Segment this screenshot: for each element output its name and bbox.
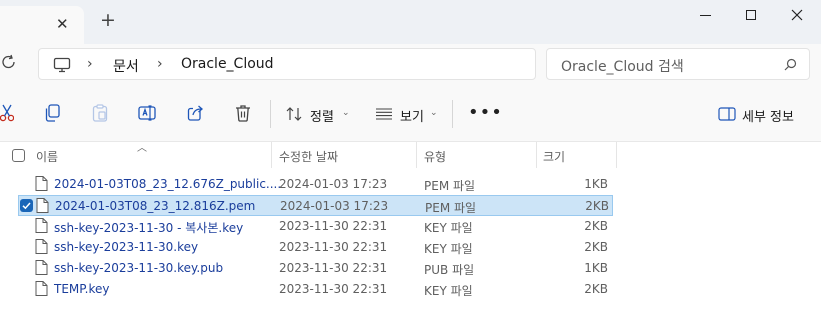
- file-name: ssh-key-2023-11-30.key: [54, 240, 199, 254]
- sort-icon[interactable]: [286, 107, 304, 121]
- copy-icon[interactable]: [44, 104, 60, 122]
- chevron-down-icon: ⌄: [430, 108, 438, 118]
- file-icon: [35, 218, 48, 233]
- file-type: PEM 파일: [424, 179, 476, 193]
- chevron-down-icon: ⌄: [342, 108, 350, 118]
- column-header-type[interactable]: 유형: [424, 142, 446, 168]
- sort-ascending-icon: ︿: [137, 143, 147, 154]
- file-name: ssh-key-2023-11-30 - 복사본.key: [54, 221, 244, 235]
- toolbar-divider: [452, 100, 453, 128]
- file-type: KEY 파일: [424, 221, 473, 235]
- file-row[interactable]: ssh-key-2023-11-30 - 복사본.key 2023-11-30 2…: [18, 216, 613, 237]
- file-size: 1KB: [584, 177, 608, 191]
- select-all-checkbox[interactable]: [12, 149, 25, 162]
- column-separator[interactable]: [616, 142, 617, 168]
- file-icon: [35, 281, 48, 296]
- view-button[interactable]: 보기: [400, 106, 424, 125]
- refresh-button[interactable]: [2, 54, 16, 74]
- breadcrumb-oracle-cloud[interactable]: Oracle_Cloud: [181, 56, 274, 72]
- file-type: PEM 파일: [425, 201, 477, 215]
- column-header-name[interactable]: 이름: [36, 142, 58, 168]
- file-type: PUB 파일: [424, 263, 475, 277]
- row-checkbox[interactable]: [19, 219, 32, 232]
- file-name: 2024-01-03T08_23_12.676Z_public....: [54, 177, 282, 191]
- file-name: TEMP.key: [54, 282, 110, 296]
- file-date-modified: 2023-11-30 22:31: [279, 282, 388, 296]
- file-type: KEY 파일: [424, 242, 473, 256]
- details-pane-icon[interactable]: [718, 107, 736, 121]
- close-tab-icon[interactable]: ✕: [56, 15, 69, 33]
- file-row[interactable]: 2024-01-03T08_23_12.676Z_public.... 2024-…: [18, 174, 613, 195]
- delete-icon[interactable]: [235, 104, 251, 122]
- row-checkbox[interactable]: [19, 261, 32, 274]
- paste-icon[interactable]: [92, 104, 108, 122]
- file-date-modified: 2024-01-03 17:23: [279, 177, 388, 191]
- search-input[interactable]: Oracle_Cloud 검색: [546, 48, 810, 80]
- file-row[interactable]: ssh-key-2023-11-30.key.pub 2023-11-30 22:…: [18, 258, 613, 279]
- search-placeholder: Oracle_Cloud 검색: [561, 59, 684, 75]
- column-separator[interactable]: [416, 142, 417, 168]
- search-icon: [784, 58, 797, 71]
- file-icon: [35, 260, 48, 275]
- column-header-modified[interactable]: 수정한 날짜: [279, 142, 338, 168]
- rename-icon[interactable]: [138, 104, 156, 122]
- column-separator[interactable]: [536, 142, 537, 168]
- file-date-modified: 2023-11-30 22:31: [279, 261, 388, 275]
- cut-icon[interactable]: [0, 104, 14, 122]
- share-icon[interactable]: [187, 104, 205, 122]
- file-icon: [36, 198, 49, 213]
- breadcrumb-separator[interactable]: ›: [157, 56, 163, 72]
- sort-button[interactable]: 정렬: [310, 106, 334, 125]
- row-checkbox[interactable]: [19, 177, 32, 190]
- view-icon[interactable]: [375, 108, 393, 120]
- file-list: 이름 ︿ 수정한 날짜 유형 크기 2024-01-03T08_23_12.67…: [0, 142, 821, 321]
- breadcrumb-separator[interactable]: ›: [87, 56, 93, 72]
- column-separator[interactable]: [271, 142, 272, 168]
- row-checkbox[interactable]: [19, 282, 32, 295]
- toolbar-divider: [270, 100, 271, 128]
- file-date-modified: 2023-11-30 22:31: [279, 240, 388, 254]
- minimize-button[interactable]: [682, 0, 728, 30]
- more-options-button[interactable]: •••: [468, 102, 503, 123]
- tab-strip: ✕ +: [0, 0, 821, 44]
- file-row[interactable]: ssh-key-2023-11-30.key 2023-11-30 22:31 KE…: [18, 237, 613, 258]
- new-tab-button[interactable]: +: [100, 11, 116, 30]
- refresh-icon: [2, 54, 15, 69]
- file-row[interactable]: TEMP.key 2023-11-30 22:31 KEY 파일 2KB: [18, 279, 613, 300]
- row-checkbox[interactable]: [19, 240, 32, 253]
- address-row: › 문서 › Oracle_Cloud Oracle_Cloud 검색: [0, 44, 821, 86]
- maximize-icon: [746, 10, 756, 20]
- file-date-modified: 2023-11-30 22:31: [279, 219, 388, 233]
- close-window-button[interactable]: [774, 0, 820, 30]
- row-checkbox-checked[interactable]: [20, 199, 33, 212]
- tab-oracle-cloud[interactable]: ✕: [0, 6, 84, 44]
- file-size: 2KB: [585, 199, 609, 213]
- file-row[interactable]: 2024-01-03T08_23_12.816Z.pem 2024-01-03 1…: [18, 195, 613, 216]
- command-bar: 정렬 ⌄ 보기 ⌄ ••• 세부 정보: [0, 86, 821, 142]
- breadcrumb-documents[interactable]: 문서: [113, 56, 139, 76]
- file-size: 2KB: [584, 282, 608, 296]
- file-name: 2024-01-03T08_23_12.816Z.pem: [55, 199, 256, 213]
- column-header-size[interactable]: 크기: [543, 142, 565, 168]
- file-name: ssh-key-2023-11-30.key.pub: [54, 261, 224, 275]
- checkmark-icon: [22, 202, 31, 210]
- minimize-icon: [699, 14, 711, 16]
- pc-icon[interactable]: [53, 57, 71, 73]
- file-date-modified: 2024-01-03 17:23: [280, 199, 389, 213]
- file-icon: [35, 239, 48, 254]
- file-size: 2KB: [584, 219, 608, 233]
- close-icon: [791, 9, 803, 21]
- maximize-button[interactable]: [728, 0, 774, 30]
- address-bar[interactable]: › 문서 › Oracle_Cloud: [38, 48, 536, 80]
- details-button[interactable]: 세부 정보: [742, 106, 794, 125]
- file-icon: [35, 176, 48, 191]
- file-size: 1KB: [584, 261, 608, 275]
- file-type: KEY 파일: [424, 284, 473, 298]
- file-size: 2KB: [584, 240, 608, 254]
